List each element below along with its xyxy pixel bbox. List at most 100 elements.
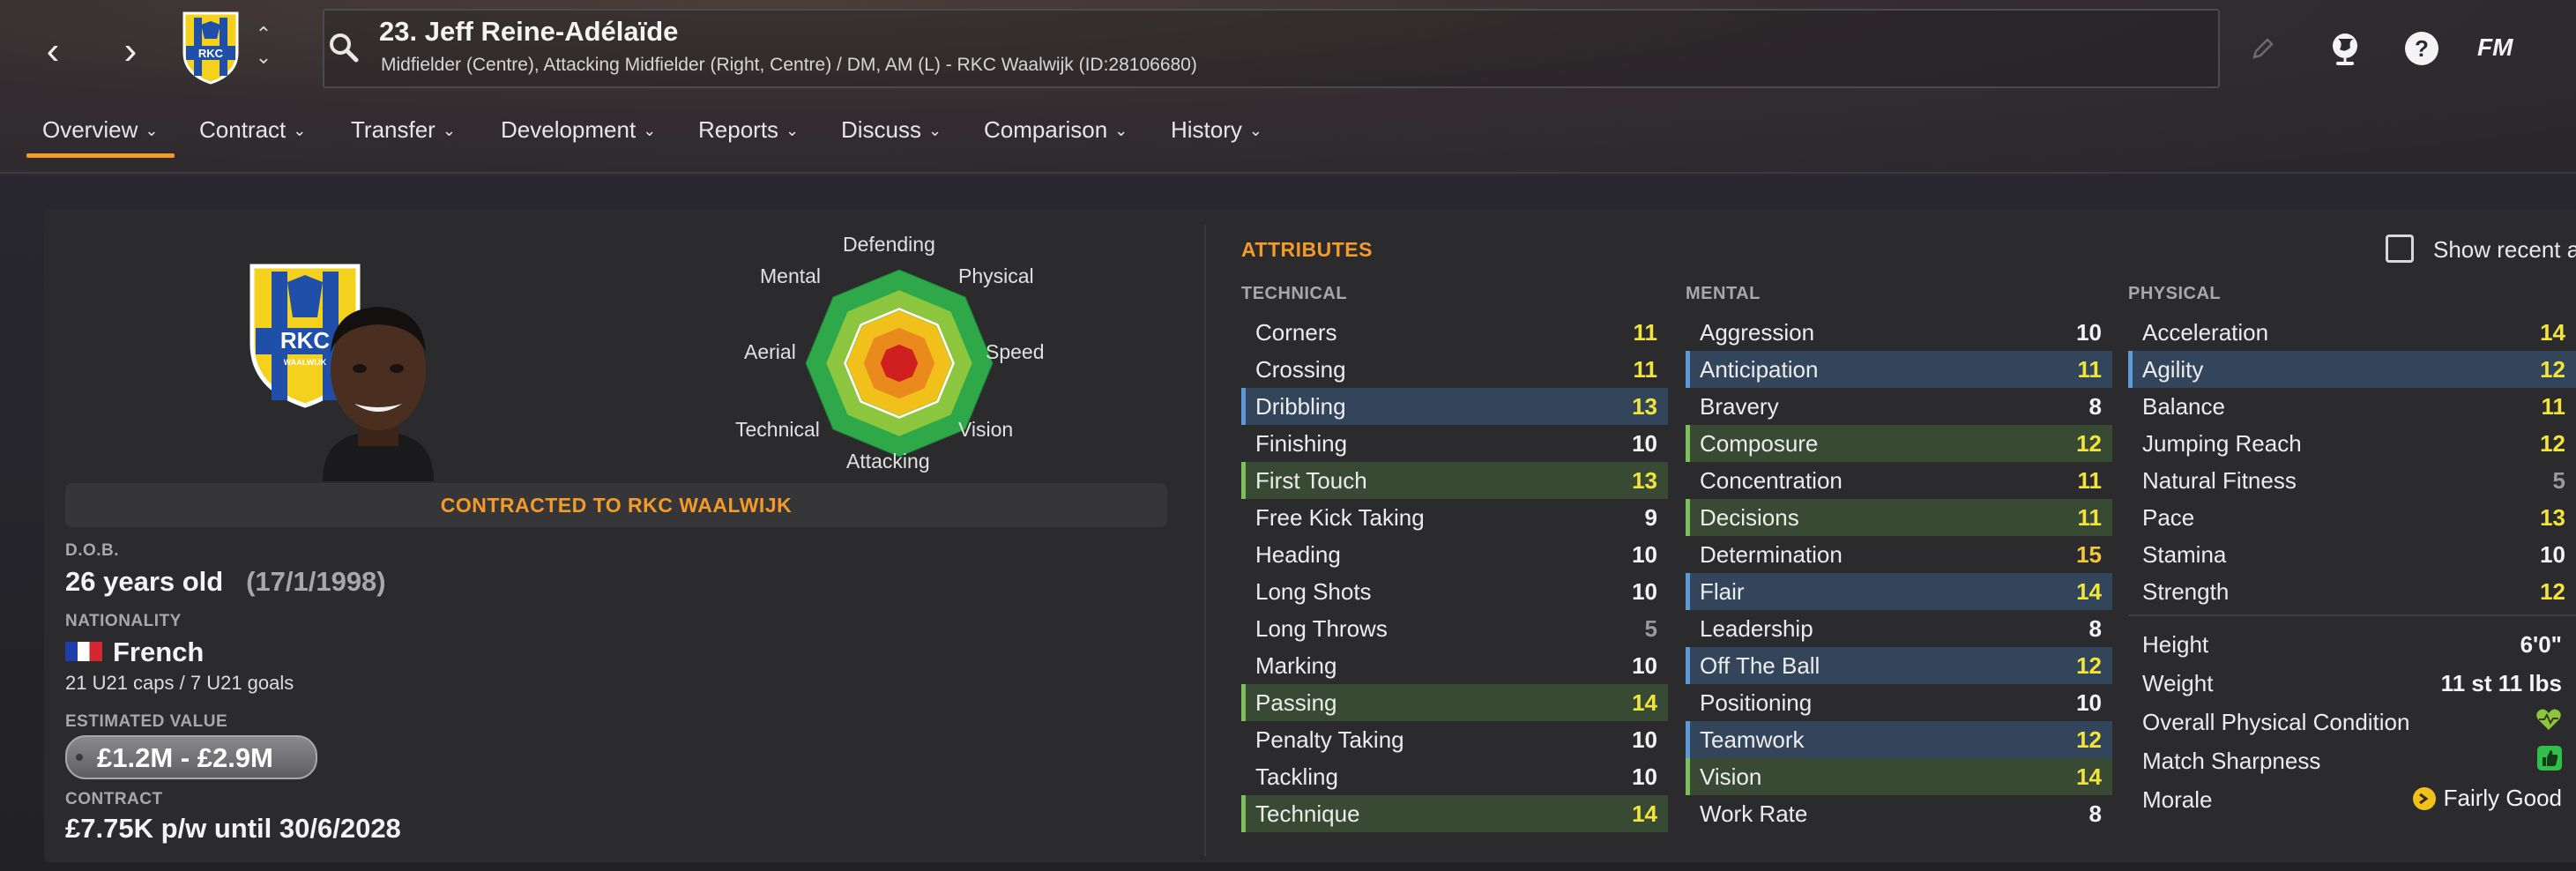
attribute-row-acceleration[interactable]: Acceleration 14: [2128, 314, 2576, 351]
edit-pencil-icon[interactable]: [2250, 35, 2276, 74]
physical-condition-label: Overall Physical Condition: [2142, 709, 2410, 735]
attribute-value: 10: [2076, 689, 2102, 716]
tab-contract[interactable]: Contract ⌄: [199, 116, 306, 144]
attribute-row-crossing[interactable]: Crossing 11: [1241, 351, 1668, 388]
estimated-value-badge[interactable]: £1.2M - £2.9M: [65, 735, 317, 779]
attribute-name: Flair: [1700, 578, 1745, 605]
attribute-value: 10: [1632, 763, 1657, 790]
attribute-row-determination[interactable]: Determination 15: [1686, 536, 2112, 573]
radar-ring: [880, 344, 919, 383]
attribute-name: Off The Ball: [1700, 652, 1820, 679]
contract-banner: CONTRACTED TO RKC WAALWIJK: [65, 483, 1167, 527]
attribute-row-technique[interactable]: Technique 14: [1241, 795, 1668, 832]
weight-value: 11 st 11 lbs: [2440, 670, 2562, 696]
player-portrait: RKC WAALWIJK: [249, 256, 443, 486]
thumbs-up-icon: [2537, 746, 2562, 777]
fm-logo-icon[interactable]: FM: [2477, 34, 2513, 72]
tab-transfer[interactable]: Transfer ⌄: [351, 116, 456, 144]
tab-discuss[interactable]: Discuss ⌄: [841, 116, 942, 144]
attribute-row-concentration[interactable]: Concentration 11: [1686, 462, 2112, 499]
attribute-name: Composure: [1700, 430, 1819, 457]
attribute-row-anticipation[interactable]: Anticipation 11: [1686, 351, 2112, 388]
attribute-row-bravery[interactable]: Bravery 8: [1686, 388, 2112, 425]
attribute-row-decisions[interactable]: Decisions 11: [1686, 499, 2112, 536]
attribute-row-finishing[interactable]: Finishing 10: [1241, 425, 1668, 462]
attribute-name: Jumping Reach: [2142, 430, 2302, 457]
tab-overview[interactable]: Overview ⌄: [42, 116, 158, 144]
match-sharpness-row[interactable]: Match Sharpness: [2128, 741, 2576, 778]
attribute-name: Pace: [2142, 504, 2195, 531]
attribute-row-leadership[interactable]: Leadership 8: [1686, 610, 2112, 647]
attribute-value: 11: [2077, 356, 2103, 383]
attribute-row-positioning[interactable]: Positioning 10: [1686, 684, 2112, 721]
attribute-row-passing[interactable]: Passing 14: [1241, 684, 1668, 721]
attribute-row-natural-fitness[interactable]: Natural Fitness 5: [2128, 462, 2576, 499]
attribute-row-work-rate[interactable]: Work Rate 8: [1686, 795, 2112, 832]
height-value: 6'0": [2520, 631, 2562, 658]
tab-reports[interactable]: Reports ⌄: [698, 116, 799, 144]
attribute-row-long-shots[interactable]: Long Shots 10: [1241, 573, 1668, 610]
attribute-row-teamwork[interactable]: Teamwork 12: [1686, 721, 2112, 758]
attribute-row-penalty-taking[interactable]: Penalty Taking 10: [1241, 721, 1668, 758]
attribute-row-composure[interactable]: Composure 12: [1686, 425, 2112, 462]
attribute-row-marking[interactable]: Marking 10: [1241, 647, 1668, 684]
chevron-down-icon: ⌄: [928, 122, 942, 139]
chevron-down-icon: ⌄: [1114, 122, 1128, 139]
radar-label-aerial: Aerial: [744, 340, 796, 363]
attribute-name: Concentration: [1700, 467, 1843, 494]
globe-icon[interactable]: [2327, 30, 2363, 69]
attribute-row-off-the-ball[interactable]: Off The Ball 12: [1686, 647, 2112, 684]
attribute-row-free-kick-taking[interactable]: Free Kick Taking 9: [1241, 499, 1668, 536]
attribute-value: 11: [1633, 356, 1658, 383]
club-crest[interactable]: RKC: [182, 11, 240, 85]
height-row: Height 6'0": [2128, 624, 2576, 661]
attribute-row-strength[interactable]: Strength 12: [2128, 573, 2576, 610]
player-face: [323, 307, 434, 481]
attribute-row-agility[interactable]: Agility 12: [2128, 351, 2576, 388]
contract-label: CONTRACT: [65, 790, 163, 808]
attribute-row-aggression[interactable]: Aggression 10: [1686, 314, 2112, 351]
attribute-row-pace[interactable]: Pace 13: [2128, 499, 2576, 536]
chevron-down-icon: ⌄: [293, 122, 307, 139]
tab-comparison[interactable]: Comparison ⌄: [984, 116, 1128, 144]
nationality-value[interactable]: French: [65, 636, 204, 668]
attribute-row-dribbling[interactable]: Dribbling 13: [1241, 388, 1668, 425]
attribute-row-corners[interactable]: Corners 11: [1241, 314, 1668, 351]
french-flag-icon: [65, 641, 102, 661]
tab-development[interactable]: Development ⌄: [501, 116, 656, 144]
physical-condition-row[interactable]: Overall Physical Condition: [2128, 702, 2576, 739]
dob-label: D.O.B.: [65, 541, 120, 560]
back-arrow-icon[interactable]: ‹: [35, 32, 71, 71]
forward-arrow-icon[interactable]: ›: [113, 32, 148, 71]
attribute-name: Crossing: [1255, 356, 1346, 383]
attribute-row-balance[interactable]: Balance 11: [2128, 388, 2576, 425]
player-name: 23. Jeff Reine-Adélaïde: [379, 16, 679, 47]
attribute-row-first-touch[interactable]: First Touch 13: [1241, 462, 1668, 499]
morale-row[interactable]: Morale Fairly Good: [2128, 779, 2576, 816]
attribute-row-vision[interactable]: Vision 14: [1686, 758, 2112, 795]
attribute-name: Heading: [1255, 541, 1341, 568]
player-up-down-icon[interactable]: ⌃ ⌄: [252, 23, 275, 76]
attribute-row-tackling[interactable]: Tackling 10: [1241, 758, 1668, 795]
show-recent-checkbox[interactable]: [2386, 234, 2414, 263]
attribute-row-long-throws[interactable]: Long Throws 5: [1241, 610, 1668, 647]
attribute-value: 11: [1633, 319, 1658, 346]
attribute-name: Leadership: [1700, 615, 1813, 642]
attribute-value: 8: [2088, 393, 2102, 420]
attribute-row-heading[interactable]: Heading 10: [1241, 536, 1668, 573]
attribute-value: 10: [1632, 726, 1657, 753]
search-icon[interactable]: [326, 30, 361, 65]
attribute-value: 10: [1632, 541, 1657, 568]
attribute-row-stamina[interactable]: Stamina 10: [2128, 536, 2576, 573]
attribute-value: 10: [2076, 319, 2102, 346]
radar-label-technical: Technical: [735, 418, 820, 441]
help-icon[interactable]: ?: [2403, 30, 2440, 69]
tab-label: Development: [501, 116, 637, 143]
show-recent-label[interactable]: Show recent a: [2433, 236, 2576, 264]
attribute-row-jumping-reach[interactable]: Jumping Reach 12: [2128, 425, 2576, 462]
attribute-row-flair[interactable]: Flair 14: [1686, 573, 2112, 610]
tab-history[interactable]: History ⌄: [1171, 116, 1262, 144]
attribute-value: 13: [1632, 467, 1657, 494]
attribute-value: 14: [1632, 689, 1657, 716]
active-tab-indicator: [26, 153, 175, 158]
